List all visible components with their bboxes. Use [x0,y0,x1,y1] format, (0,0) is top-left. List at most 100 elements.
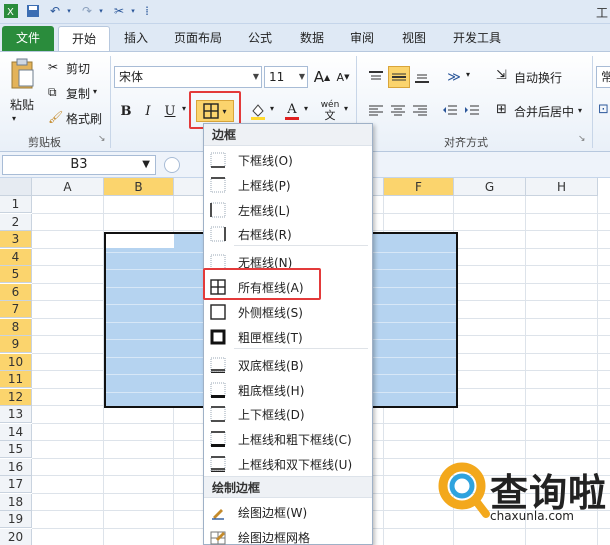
row-header[interactable]: 11 [0,371,32,388]
save-icon[interactable] [26,4,40,18]
copy-icon[interactable]: ⧉ [48,85,57,100]
cut-icon[interactable]: ✂ [48,60,58,74]
menu-item-thick-bottom-border[interactable]: 粗底框线(H) [204,378,372,402]
tab-formulas[interactable]: 公式 [242,26,278,51]
font-size-combo[interactable]: 11 ▼ [264,66,308,88]
font-color-button[interactable]: A [282,100,302,122]
menu-item-left-border[interactable]: 左框线(L) [204,198,372,222]
merge-center-icon[interactable]: ⊞ [496,102,507,117]
row-header[interactable]: 6 [0,283,32,301]
paste-label[interactable]: 粘贴 [10,96,34,113]
row-header[interactable]: 19 [0,511,32,528]
underline-dropdown-icon[interactable]: ▾ [182,104,186,113]
tab-data[interactable]: 数据 [294,26,330,51]
merge-dropdown-icon[interactable]: ▾ [578,106,582,115]
tools-icon[interactable]: ✂ [112,4,126,18]
formula-bar-resize-handle[interactable] [164,157,180,173]
menu-item-top-border[interactable]: 上框线(P) [204,173,372,197]
column-header[interactable]: A [32,178,104,196]
row-header[interactable]: 15 [0,441,32,458]
tab-page-layout[interactable]: 页面布局 [168,26,228,51]
column-header[interactable]: G [454,178,526,196]
paste-icon[interactable] [6,56,40,92]
menu-item-outside-borders[interactable]: 外侧框线(S) [204,300,372,324]
copy-dropdown-icon[interactable]: ▾ [93,87,97,96]
menu-item-draw-border[interactable]: 绘图边框(W) [204,500,372,524]
row-header[interactable]: 16 [0,458,32,476]
column-header[interactable]: B [104,178,174,196]
cut-button[interactable]: 剪切 [66,60,90,77]
menu-item-top-thick-bottom-border[interactable]: 上框线和粗下框线(C) [204,427,372,451]
format-painter-button[interactable]: 格式刷 [66,110,102,127]
tab-view[interactable]: 视图 [396,26,432,51]
row-header[interactable]: 7 [0,301,32,318]
alignment-launcher-icon[interactable]: ↘ [578,134,586,144]
underline-button[interactable]: U [160,100,180,122]
row-header[interactable]: 17 [0,476,32,493]
menu-item-right-border[interactable]: 右框线(R) [204,222,372,246]
redo-icon[interactable]: ↷ [80,4,94,18]
clipboard-launcher-icon[interactable]: ↘ [98,134,106,144]
row-header[interactable]: 13 [0,406,32,423]
decrease-indent-icon[interactable] [440,100,460,122]
row-header[interactable]: 9 [0,336,32,353]
menu-item-top-double-bottom-border[interactable]: 上框线和双下框线(U) [204,452,372,476]
fill-color-dropdown-icon[interactable]: ▾ [270,104,274,113]
align-left-icon[interactable] [366,100,386,122]
chevron-down-icon[interactable]: ▼ [299,67,305,87]
merge-center-button[interactable]: 合并后居中 [514,103,574,120]
tab-review[interactable]: 审阅 [344,26,380,51]
tab-file[interactable]: 文件 [2,26,54,51]
menu-item-draw-border-grid[interactable]: 绘图边框网格 [204,525,372,545]
active-cell[interactable] [106,234,174,248]
row-header[interactable]: 2 [0,213,32,231]
customize-qat-icon[interactable]: ⁞ [140,4,154,18]
chevron-down-icon[interactable]: ▼ [142,156,150,174]
wrap-text-button[interactable]: 自动换行 [514,69,562,86]
increase-indent-icon[interactable] [462,100,482,122]
shrink-font-button[interactable]: A ▼ [334,66,352,88]
row-header[interactable]: 10 [0,353,32,371]
tools-dropdown-icon[interactable]: ▾ [126,4,140,18]
fill-color-icon[interactable] [248,100,268,122]
undo-dropdown-icon[interactable]: ▾ [62,4,76,18]
font-name-combo[interactable]: 宋体 ▼ [114,66,262,88]
menu-item-top-bottom-border[interactable]: 上下框线(D) [204,402,372,426]
currency-icon[interactable]: ⊡ [598,102,609,117]
paste-dropdown-icon[interactable]: ▾ [12,114,16,123]
phonetic-dropdown-icon[interactable]: ▾ [344,104,348,113]
copy-button[interactable]: 复制 [66,85,90,102]
chevron-down-icon[interactable]: ▼ [253,67,259,87]
phonetic-button[interactable]: wén 文 [318,98,342,122]
wrap-text-icon[interactable]: ⇲ [496,68,507,83]
bold-button[interactable]: B [116,100,136,122]
orientation-icon[interactable]: ≫ [442,66,466,88]
tab-home[interactable]: 开始 [58,26,110,51]
column-header[interactable]: F [384,178,454,196]
row-header[interactable]: 1 [0,196,32,213]
align-bottom-icon[interactable] [412,66,432,88]
column-header[interactable]: H [526,178,598,196]
name-box[interactable]: B3 ▼ [2,155,156,175]
align-middle-icon[interactable] [388,66,410,88]
row-header[interactable]: 12 [0,388,32,406]
row-header[interactable]: 20 [0,528,32,545]
align-top-icon[interactable] [366,66,386,88]
row-header[interactable]: 8 [0,318,32,336]
menu-item-bottom-double-border[interactable]: 双底框线(B) [204,353,372,377]
row-header[interactable]: 3 [0,231,32,248]
tab-developer[interactable]: 开发工具 [446,26,508,51]
row-header[interactable]: 5 [0,266,32,283]
menu-item-bottom-border[interactable]: 下框线(O) [204,148,372,172]
redo-dropdown-icon[interactable]: ▾ [94,4,108,18]
row-header[interactable]: 14 [0,423,32,441]
row-header[interactable]: 18 [0,493,32,511]
row-header[interactable]: 4 [0,248,32,266]
font-color-dropdown-icon[interactable]: ▾ [304,104,308,113]
format-painter-icon[interactable]: 🖌 [48,110,63,124]
align-center-icon[interactable] [388,100,408,122]
tab-insert[interactable]: 插入 [118,26,154,51]
menu-item-thick-box-border[interactable]: 粗匣框线(T) [204,325,372,349]
undo-icon[interactable]: ↶ [48,4,62,18]
select-all-corner[interactable] [0,178,32,196]
